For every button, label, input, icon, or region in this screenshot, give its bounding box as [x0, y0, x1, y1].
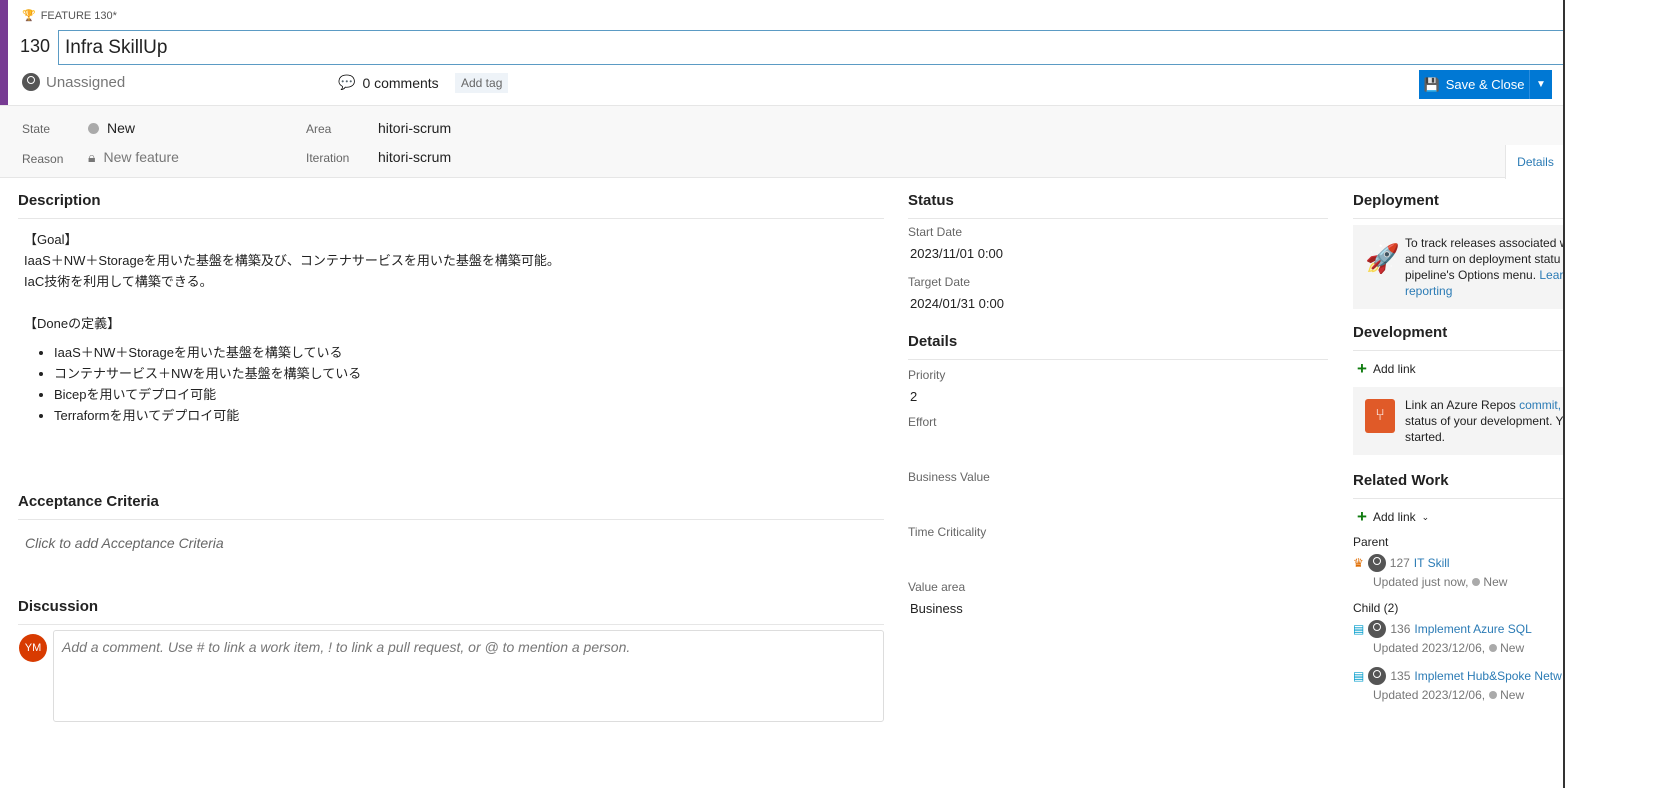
description-editor[interactable]: 【Goal】 IaaS＋NW＋Storageを用いた基盤を構築及び、コンテナサー…: [18, 219, 884, 436]
time-criticality-label: Time Criticality: [908, 525, 987, 539]
task-icon: ▤: [1353, 669, 1365, 683]
deployment-heading: Deployment: [1353, 192, 1563, 219]
details-heading: Details: [908, 333, 1328, 360]
development-add-link-button[interactable]: + Add link: [1357, 359, 1563, 379]
save-icon: 💾: [1423, 76, 1440, 92]
time-criticality-field[interactable]: [910, 546, 1326, 570]
add-tag-button[interactable]: Add tag: [455, 73, 509, 93]
effort-field[interactable]: [910, 436, 1326, 460]
tab-details[interactable]: Details: [1505, 145, 1563, 179]
child-item[interactable]: ▤ 135 Implemet Hub&Spoke Netw: [1353, 667, 1563, 685]
plus-icon: +: [1357, 507, 1367, 526]
child-status: Updated 2023/12/06, New: [1373, 688, 1525, 702]
deployment-card: 🚀 To track releases associated w and tur…: [1353, 225, 1563, 309]
state-field[interactable]: New: [88, 120, 135, 136]
priority-label: Priority: [908, 368, 946, 382]
comments-link[interactable]: 💬 0 comments: [338, 74, 439, 91]
state-dot-icon: [88, 122, 99, 134]
discussion-heading: Discussion: [18, 598, 884, 625]
done-list: IaaS＋NW＋Storageを用いた基盤を構築している コンテナサービス＋NW…: [54, 342, 878, 426]
pipelines-rocket-icon: 🚀: [1365, 243, 1400, 274]
avatar-icon: [1367, 554, 1386, 572]
fields-bar: [0, 105, 1563, 178]
effort-label: Effort: [908, 415, 937, 429]
work-item-id: 130: [20, 36, 51, 56]
target-date-field[interactable]: 2024/01/31 0:00: [910, 296, 1326, 311]
area-field[interactable]: hitori-scrum: [378, 120, 451, 136]
parent-item[interactable]: ♛ 127 IT Skill: [1353, 554, 1563, 572]
related-add-link-button[interactable]: + Add link ⌄: [1357, 507, 1563, 527]
assignee-picker[interactable]: Unassigned: [22, 73, 125, 91]
priority-field[interactable]: 2: [910, 389, 1326, 405]
acceptance-editor[interactable]: Click to add Acceptance Criteria: [25, 535, 224, 551]
start-date-label: Start Date: [908, 225, 963, 239]
save-dropdown-chevron-icon[interactable]: ▼: [1530, 79, 1552, 90]
development-heading: Development: [1353, 324, 1563, 351]
child-item[interactable]: ▤ 136 Implement Azure SQL: [1353, 620, 1563, 638]
reporting-link[interactable]: reporting: [1405, 283, 1563, 299]
title-input[interactable]: [58, 30, 1563, 65]
child-label: Child (2): [1353, 601, 1399, 615]
lock-icon: 🔒︎: [88, 149, 96, 165]
avatar-icon: [1368, 667, 1387, 685]
unassigned-avatar-icon: [22, 73, 40, 91]
value-area-label: Value area: [908, 580, 966, 594]
target-date-label: Target Date: [908, 275, 971, 289]
epic-crown-icon: ♛: [1353, 556, 1364, 570]
learn-link[interactable]: Lear: [1539, 268, 1563, 282]
state-label: State: [22, 122, 51, 136]
description-heading: Description: [18, 192, 884, 219]
value-area-field[interactable]: Business: [910, 601, 1326, 616]
reason-label: Reason: [22, 152, 64, 166]
start-date-field[interactable]: 2023/11/01 0:00: [910, 246, 1326, 261]
save-close-button-group: 💾 Save & Close ▼: [1419, 70, 1552, 99]
avatar-icon: [1368, 620, 1387, 638]
development-card: ⑂ Link an Azure Repos commit, status of …: [1353, 387, 1563, 455]
trophy-icon: 🏆: [22, 10, 36, 22]
parent-status: Updated just now, New: [1373, 575, 1508, 589]
area-label: Area: [306, 122, 332, 136]
state-dot-icon: [1472, 578, 1481, 586]
comment-input[interactable]: Add a comment. Use # to link a work item…: [53, 630, 884, 722]
business-value-field[interactable]: [910, 491, 1326, 515]
chevron-down-icon: ⌄: [1421, 511, 1430, 522]
repos-branch-icon: ⑂: [1365, 399, 1395, 433]
status-heading: Status: [908, 192, 1328, 219]
task-icon: ▤: [1353, 622, 1365, 636]
comment-icon: 💬: [338, 74, 356, 90]
reason-field: 🔒︎ New feature: [88, 149, 179, 165]
work-item-type-color-bar: [0, 0, 8, 105]
plus-icon: +: [1357, 359, 1367, 378]
state-dot-icon: [1489, 691, 1498, 699]
user-avatar: YM: [19, 634, 47, 662]
iteration-field[interactable]: hitori-scrum: [378, 149, 451, 165]
work-item-form: 🏆FEATURE 130* 130 Unassigned 💬0 comments…: [0, 0, 1565, 788]
child-status: Updated 2023/12/06, New: [1373, 641, 1525, 655]
iteration-label: Iteration: [306, 151, 350, 165]
save-close-button[interactable]: 💾 Save & Close: [1419, 70, 1530, 99]
related-work-heading: Related Work: [1353, 472, 1563, 499]
acceptance-heading: Acceptance Criteria: [18, 493, 884, 520]
work-item-type: 🏆 FEATURE 130*: [22, 9, 117, 23]
business-value-label: Business Value: [908, 470, 990, 484]
commit-link[interactable]: commit,: [1519, 398, 1561, 412]
parent-label: Parent: [1353, 535, 1389, 549]
state-dot-icon: [1489, 644, 1498, 652]
